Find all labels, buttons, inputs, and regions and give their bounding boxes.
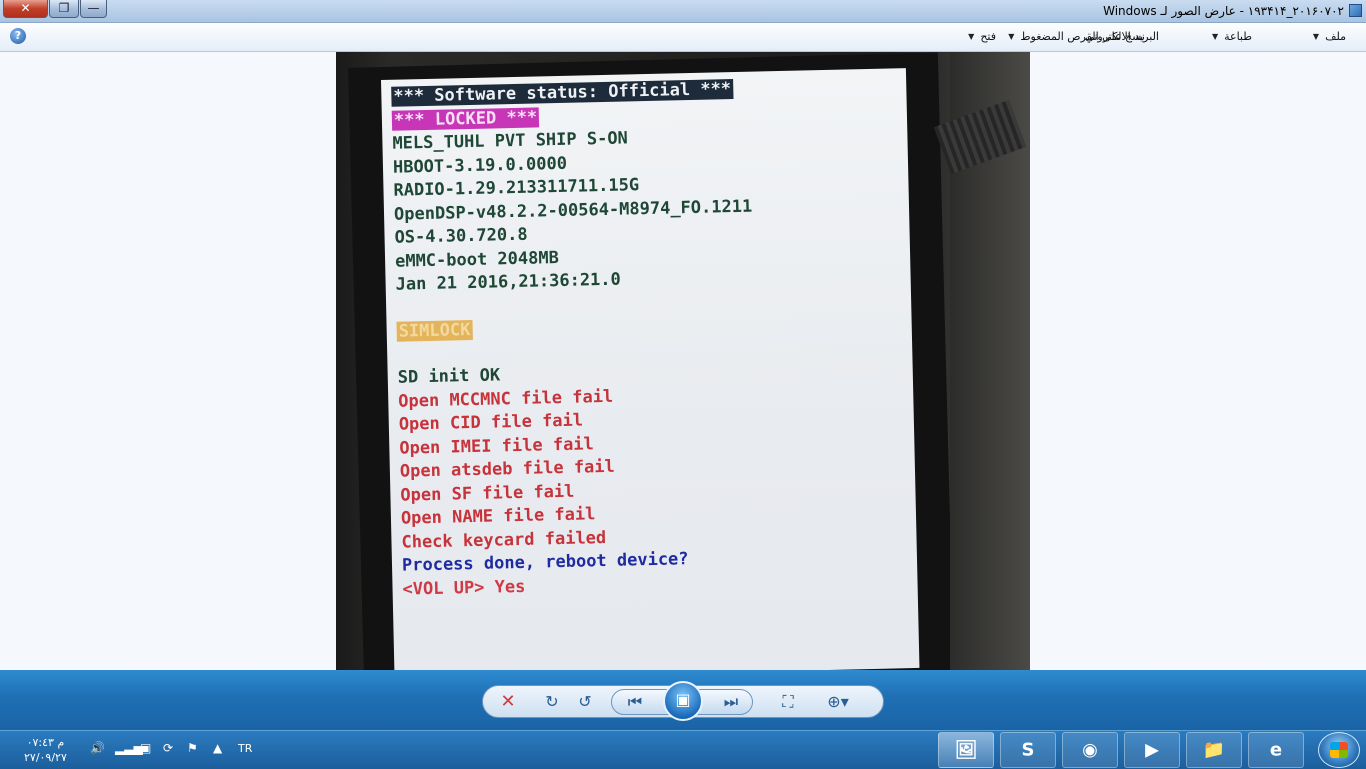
taskbar-explorer[interactable]: 📁 bbox=[1186, 732, 1242, 768]
viewer-control-bar: ✕ ↻ ↺ ⏮ ⏭ ▣ ⛶ ⊕▾ bbox=[0, 670, 1366, 730]
skype-icon: S bbox=[1021, 739, 1035, 761]
menu-file-label: ملف bbox=[1325, 30, 1346, 43]
taskbar-chrome[interactable]: ◉ bbox=[1062, 732, 1118, 768]
show-hidden-icons-icon[interactable]: ▲ bbox=[213, 741, 222, 755]
rotate-counterclockwise-icon[interactable]: ↺ bbox=[574, 692, 596, 712]
window-title: ۲۰۱۶۰۷۰۲_۱۹۳۴۱۴ - عارض الصور لـ Windows bbox=[1103, 4, 1344, 18]
previous-icon[interactable]: ⏮ bbox=[624, 692, 646, 712]
language-indicator[interactable]: TR bbox=[238, 742, 252, 755]
menu-burn-label: نسخ على القرص المضغوط bbox=[1020, 30, 1145, 43]
action-center-icon[interactable]: ⚑ bbox=[187, 741, 198, 755]
locked-line: *** LOCKED *** bbox=[391, 106, 540, 131]
chevron-down-icon: ▼ bbox=[968, 32, 975, 41]
image-viewer-area: *** Software status: Official *** *** LO… bbox=[0, 52, 1366, 670]
chevron-down-icon: ▼ bbox=[1312, 32, 1320, 41]
taskbar: ۰۷:٤۳ م ۲۷/۰۹/۲۷ 🔊 ▂▃▅ ▣ ⟳ ⚑ ▲ TR 🖼 S ◉ … bbox=[0, 730, 1366, 769]
taskbar-skype[interactable]: S bbox=[1000, 732, 1056, 768]
menu-bar: ملف ▼ طباعة ▼ البريد الالكتروني نسخ على … bbox=[0, 23, 1366, 52]
photo-viewer-app-icon bbox=[1349, 4, 1362, 17]
device-icon[interactable]: ▣ bbox=[140, 741, 151, 755]
network-signal-icon[interactable]: ▂▃▅ bbox=[115, 741, 143, 755]
help-icon[interactable]: ? bbox=[10, 28, 26, 44]
slideshow-button[interactable]: ▣ bbox=[663, 681, 703, 721]
taskbar-photo-viewer[interactable]: 🖼 bbox=[938, 732, 994, 768]
media-player-icon: ▶ bbox=[1145, 739, 1159, 761]
rotate-clockwise-icon[interactable]: ↻ bbox=[541, 692, 563, 712]
taskbar-clock[interactable]: ۰۷:٤۳ م ۲۷/۰۹/۲۷ bbox=[24, 735, 67, 765]
actual-size-icon[interactable]: ⛶ bbox=[777, 692, 799, 712]
photo-viewer-icon: 🖼 bbox=[954, 739, 978, 761]
windows-logo-icon bbox=[1330, 742, 1348, 758]
next-icon[interactable]: ⏭ bbox=[720, 692, 742, 712]
menu-open-label: فتح bbox=[980, 30, 996, 43]
zoom-icon[interactable]: ⊕▾ bbox=[821, 692, 855, 712]
simlock-label: SIMLOCK bbox=[396, 319, 473, 342]
folder-icon: 📁 bbox=[1202, 739, 1226, 761]
chrome-icon: ◉ bbox=[1082, 739, 1098, 761]
title-bar: ✕ ❐ — ۲۰۱۶۰۷۰۲_۱۹۳۴۱۴ - عارض الصور لـ Wi… bbox=[0, 0, 1366, 23]
maximize-button[interactable]: ❐ bbox=[49, 0, 79, 18]
displayed-photo: *** Software status: Official *** *** LO… bbox=[336, 52, 1030, 670]
close-button[interactable]: ✕ bbox=[3, 0, 48, 18]
minimize-button[interactable]: — bbox=[80, 0, 107, 18]
menu-burn[interactable]: نسخ على القرص المضغوط ▼ bbox=[1008, 30, 1145, 43]
control-pill: ✕ ↻ ↺ ⏮ ⏭ ▣ ⛶ ⊕▾ bbox=[482, 681, 884, 721]
clock-date: ۲۷/۰۹/۲۷ bbox=[24, 751, 67, 764]
taskbar-media-player[interactable]: ▶ bbox=[1124, 732, 1180, 768]
software-status-line: *** Software status: Official *** bbox=[391, 79, 734, 107]
chevron-down-icon: ▼ bbox=[1008, 32, 1015, 41]
menu-file[interactable]: ملف ▼ bbox=[1313, 30, 1346, 43]
internet-explorer-icon: e bbox=[1269, 739, 1283, 761]
taskbar-internet-explorer[interactable]: e bbox=[1248, 732, 1304, 768]
start-button[interactable] bbox=[1318, 732, 1360, 768]
clock-time: ۰۷:٤۳ م bbox=[26, 736, 65, 749]
sync-icon[interactable]: ⟳ bbox=[163, 741, 173, 755]
delete-icon[interactable]: ✕ bbox=[497, 692, 519, 712]
volume-icon[interactable]: 🔊 bbox=[90, 741, 105, 755]
phone-screen: *** Software status: Official *** *** LO… bbox=[381, 68, 920, 670]
menu-open[interactable]: فتح ▼ bbox=[968, 30, 996, 43]
